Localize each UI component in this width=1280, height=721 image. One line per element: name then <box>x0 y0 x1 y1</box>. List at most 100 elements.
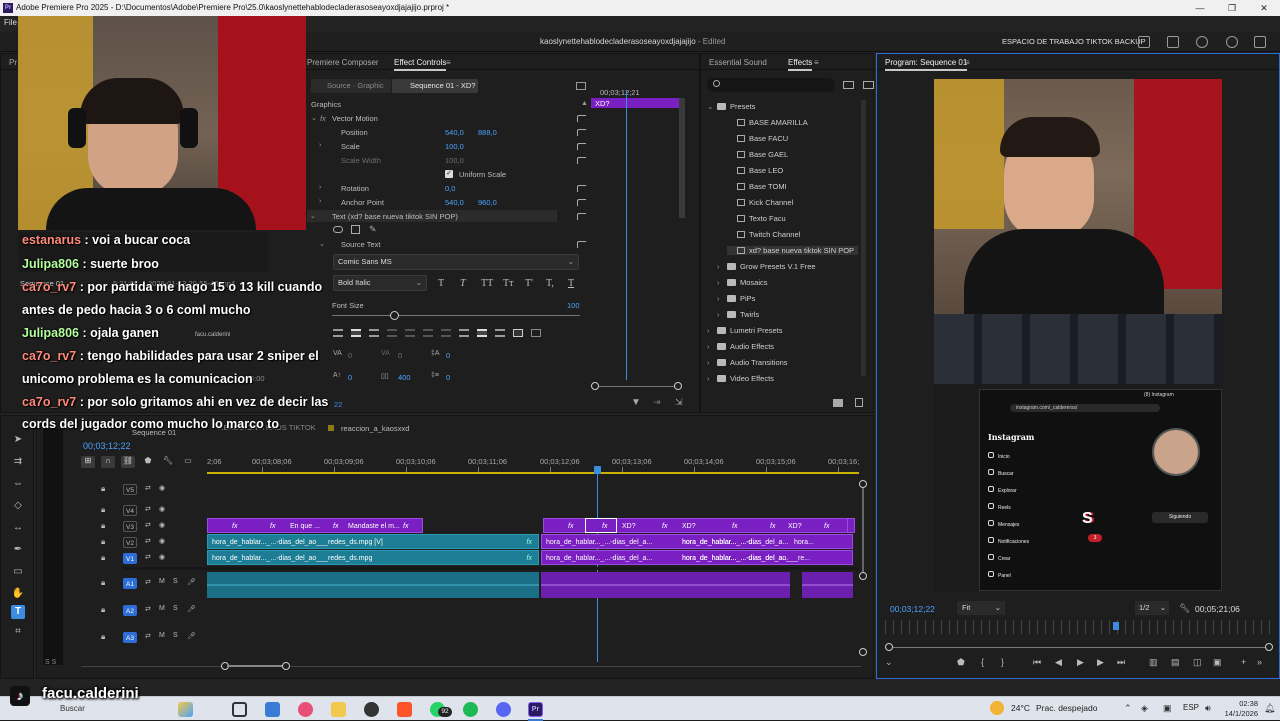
razor-tool-icon[interactable]: ◇ <box>11 500 25 512</box>
nest-icon[interactable]: ⊞ <box>81 456 95 468</box>
track-target[interactable]: A2 <box>123 605 137 616</box>
h-zoom-bar[interactable] <box>227 665 289 667</box>
workspace-name[interactable]: ESPACIO DE TRABAJO TIKTOK BACKUP <box>1002 37 1146 46</box>
volume-icon[interactable]: 🔊︎ <box>1205 703 1211 714</box>
rectangle-tool-icon[interactable]: ▭ <box>11 566 25 578</box>
font-size-value[interactable]: 100 <box>567 301 580 310</box>
program-zoom-handle-right[interactable] <box>1265 643 1273 651</box>
effects-tree-item[interactable]: Texto Facu <box>727 214 786 223</box>
font-size-slider[interactable] <box>332 315 580 316</box>
trash-icon[interactable] <box>855 398 863 407</box>
font-family-select[interactable]: Comic Sans MS ⌄ <box>333 254 579 270</box>
rotation-expand-icon[interactable]: › <box>319 184 321 191</box>
brave-browser-icon[interactable] <box>397 702 412 717</box>
effects-tree-item[interactable]: Base FACU <box>727 134 788 143</box>
eye-icon[interactable]: ◉ <box>159 521 165 529</box>
step-forward-icon[interactable]: ▶︎ <box>1097 657 1104 668</box>
github-icon[interactable] <box>364 702 379 717</box>
caption-tool-icon[interactable]: ⌗ <box>11 626 25 638</box>
discord-icon[interactable] <box>496 702 511 717</box>
panel-menu-icon[interactable]: ≡ <box>814 58 819 67</box>
reset-icon[interactable] <box>577 213 586 220</box>
vector-motion-toggle[interactable]: ⌄ <box>311 114 317 122</box>
program-zoom-handle-left[interactable] <box>885 643 893 651</box>
sync-lock-icon[interactable]: ⇄ <box>145 578 151 586</box>
go-to-out-icon[interactable]: ⏭︎ <box>1117 657 1125 668</box>
menu-file[interactable]: File <box>4 18 17 27</box>
captions-icon[interactable]: ▭ <box>181 456 195 468</box>
superscript-icon[interactable]: T' <box>525 278 533 289</box>
share-icon[interactable] <box>1167 36 1179 48</box>
track-target[interactable]: V3 <box>123 521 137 532</box>
video-audio-divider[interactable] <box>123 567 859 570</box>
gear-icon[interactable] <box>1196 36 1208 48</box>
position-x-value[interactable]: 540,0 <box>445 128 464 137</box>
type-tool-icon[interactable]: T <box>11 605 25 619</box>
app-icon[interactable] <box>298 702 313 717</box>
lock-icon[interactable]: 🔒︎ <box>101 537 105 547</box>
effects-tree-item[interactable]: › Audio Effects <box>707 342 774 351</box>
program-video-frame[interactable]: (8) Instagram instagram.com/_caldererss/… <box>934 79 1222 591</box>
align-center-icon[interactable] <box>351 329 361 337</box>
close-button[interactable]: ✕ <box>1248 0 1280 16</box>
effects-tree-item[interactable]: › Mosaics <box>717 278 768 287</box>
mic-icon[interactable]: 🎤︎ <box>187 605 196 613</box>
mute-button[interactable]: M <box>159 632 165 639</box>
v-scroll-handle-top[interactable] <box>859 480 867 488</box>
zoom-handle-right[interactable] <box>674 382 682 390</box>
program-zoom-bar[interactable] <box>889 647 1267 648</box>
ellipse-mask-icon[interactable] <box>333 226 343 233</box>
lock-icon[interactable]: 🔒︎ <box>101 578 105 588</box>
wrench-icon[interactable]: 🔧︎ <box>1179 603 1190 614</box>
a1-clip-left[interactable] <box>207 572 539 598</box>
subscript-icon[interactable]: T, <box>546 278 554 289</box>
ripple-edit-icon[interactable]: ⇔ <box>11 478 25 490</box>
sync-lock-icon[interactable]: ⇄ <box>145 521 151 529</box>
anchor-expand-icon[interactable]: › <box>319 198 321 205</box>
effects-tree-item[interactable]: ⌄ Presets <box>707 102 755 111</box>
effects-search-input[interactable] <box>707 78 835 92</box>
v-scroll-handle-bottom[interactable] <box>859 648 867 656</box>
eye-icon[interactable]: ◉ <box>159 484 165 492</box>
eye-icon[interactable]: ◉ <box>159 553 165 561</box>
sync-lock-icon[interactable]: ⇄ <box>145 605 151 613</box>
lock-icon[interactable]: 🔒︎ <box>101 521 105 531</box>
mic-icon[interactable]: 🎤︎ <box>187 632 196 640</box>
lift-icon[interactable]: ▥ <box>1149 657 1158 668</box>
sync-lock-icon[interactable]: ⇄ <box>145 537 151 545</box>
eye-icon[interactable]: ◉ <box>159 505 165 513</box>
settings-toggle-icon[interactable]: ⌄ <box>885 657 893 668</box>
mark-in-icon[interactable]: { <box>981 657 984 667</box>
track-target[interactable]: A1 <box>123 578 137 589</box>
align-right-icon[interactable] <box>369 329 379 337</box>
mark-out-icon[interactable]: } <box>1001 657 1004 667</box>
effects-tree-item[interactable]: › Video Effects <box>707 374 774 383</box>
track-target[interactable]: V1 <box>123 553 137 564</box>
program-ruler[interactable] <box>885 620 1273 634</box>
justify-center-icon[interactable] <box>405 329 415 337</box>
fit-select[interactable]: Fit ⌄ <box>957 601 1005 615</box>
effects-tree-item[interactable]: › Lumetri Presets <box>707 326 783 335</box>
reset-icon[interactable] <box>577 115 586 122</box>
track-target[interactable]: V5 <box>123 484 137 495</box>
minimize-button[interactable]: — <box>1184 0 1216 16</box>
play-icon[interactable]: ▶︎ <box>1077 657 1084 668</box>
program-playhead[interactable] <box>1113 622 1119 630</box>
scale-value[interactable]: 100,0 <box>445 142 464 151</box>
underline-icon[interactable]: T <box>568 278 574 289</box>
panel-layout-icon[interactable] <box>1138 36 1150 48</box>
tab-premiere-composer[interactable]: Premiere Composer <box>307 58 379 67</box>
sync-lock-icon[interactable]: ⇄ <box>145 553 151 561</box>
resolution-select[interactable]: 1/2 ⌄ <box>1135 601 1169 615</box>
faux-italic-icon[interactable]: T <box>460 278 466 289</box>
small-caps-icon[interactable]: Tт <box>503 278 513 289</box>
reset-icon[interactable] <box>577 185 586 192</box>
add-marker-icon[interactable]: ⬟ <box>141 456 155 468</box>
align-bottom-icon[interactable] <box>495 329 505 337</box>
wrench-icon[interactable]: 🔧︎ <box>161 456 175 468</box>
clock-date[interactable]: 14/1/2026 <box>1220 709 1258 718</box>
sync-lock-icon[interactable]: ⇄ <box>145 505 151 513</box>
anchor-y-value[interactable]: 960,0 <box>478 198 497 207</box>
mute-button[interactable]: M <box>159 578 165 585</box>
sync-lock-icon[interactable]: ⇄ <box>145 484 151 492</box>
